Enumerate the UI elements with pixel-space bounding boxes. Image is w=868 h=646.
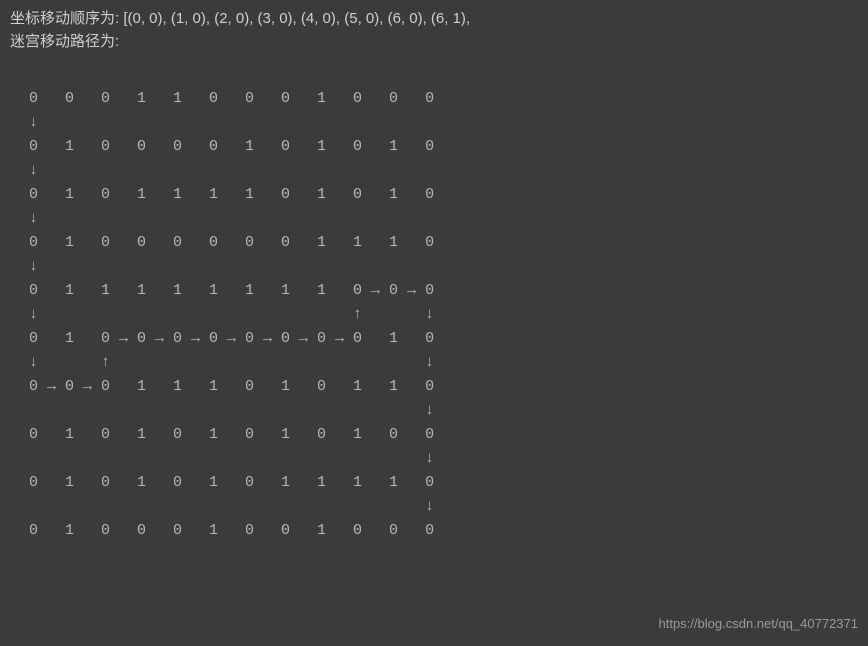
maze-output: 0 0 0 1 1 0 0 0 1 0 0 0 ↓ 0 1 0 0 0 0 1 … <box>20 63 868 543</box>
coord-sequence-label: 坐标移动顺序为: [(0, 0), (1, 0), (2, 0), (3, 0)… <box>10 8 858 31</box>
header-block: 坐标移动顺序为: [(0, 0), (1, 0), (2, 0), (3, 0)… <box>0 0 868 53</box>
maze-path-label: 迷宫移动路径为: <box>10 31 858 54</box>
watermark-url: https://blog.csdn.net/qq_40772371 <box>659 616 859 631</box>
